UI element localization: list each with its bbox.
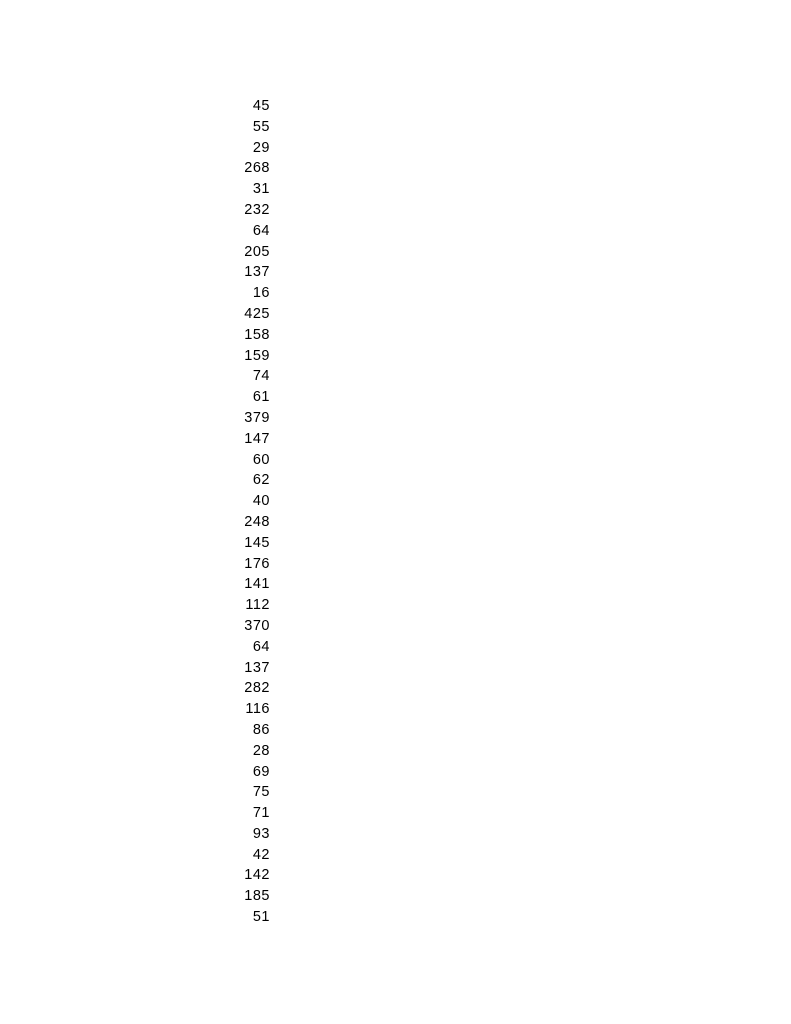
number-cell: 112: [230, 595, 270, 616]
number-cell: 64: [230, 637, 270, 658]
number-cell: 93: [230, 824, 270, 845]
number-cell: 145: [230, 533, 270, 554]
number-cell: 158: [230, 325, 270, 346]
number-cell: 40: [230, 491, 270, 512]
number-cell: 205: [230, 242, 270, 263]
number-cell: 62: [230, 470, 270, 491]
number-cell: 425: [230, 304, 270, 325]
number-column: 45 55 29 268 31 232 64 205 137 16 425 15…: [230, 96, 270, 928]
number-cell: 142: [230, 865, 270, 886]
number-cell: 74: [230, 366, 270, 387]
number-cell: 61: [230, 387, 270, 408]
number-cell: 268: [230, 158, 270, 179]
number-cell: 60: [230, 450, 270, 471]
number-cell: 159: [230, 346, 270, 367]
number-cell: 282: [230, 678, 270, 699]
number-cell: 176: [230, 554, 270, 575]
number-cell: 42: [230, 845, 270, 866]
number-cell: 31: [230, 179, 270, 200]
number-cell: 71: [230, 803, 270, 824]
number-cell: 185: [230, 886, 270, 907]
number-cell: 116: [230, 699, 270, 720]
number-cell: 75: [230, 782, 270, 803]
number-cell: 137: [230, 658, 270, 679]
number-cell: 51: [230, 907, 270, 928]
number-cell: 16: [230, 283, 270, 304]
number-cell: 141: [230, 574, 270, 595]
number-cell: 232: [230, 200, 270, 221]
number-cell: 370: [230, 616, 270, 637]
number-cell: 86: [230, 720, 270, 741]
number-cell: 55: [230, 117, 270, 138]
number-cell: 147: [230, 429, 270, 450]
number-cell: 69: [230, 762, 270, 783]
number-cell: 29: [230, 138, 270, 159]
number-cell: 45: [230, 96, 270, 117]
number-cell: 248: [230, 512, 270, 533]
number-cell: 137: [230, 262, 270, 283]
number-cell: 379: [230, 408, 270, 429]
number-cell: 64: [230, 221, 270, 242]
number-cell: 28: [230, 741, 270, 762]
